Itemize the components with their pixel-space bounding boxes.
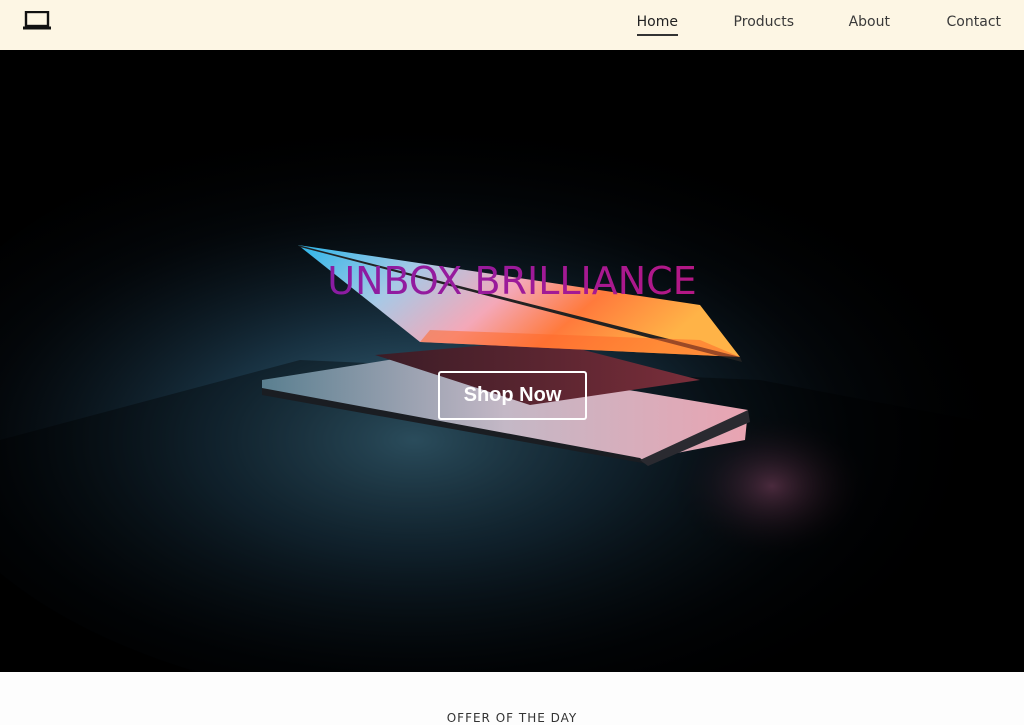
hero-title: UNBOX BRILLIANCE (0, 259, 1024, 303)
nav-link-label: Products (733, 14, 794, 30)
shop-now-button[interactable]: Shop Now (438, 371, 587, 420)
nav-link-about[interactable]: About (849, 14, 890, 30)
hero-section: UNBOX BRILLIANCE Shop Now (0, 50, 1024, 672)
laptop-icon[interactable] (23, 11, 51, 30)
nav-link-home[interactable]: Home (636, 14, 678, 36)
offer-section: OFFER OF THE DAY (0, 672, 1024, 725)
active-underline (636, 34, 678, 36)
nav-link-contact[interactable]: Contact (947, 14, 1001, 30)
nav-link-label: About (848, 14, 890, 30)
hero-title-wrap: UNBOX BRILLIANCE (0, 50, 1024, 672)
offer-title: OFFER OF THE DAY (446, 711, 578, 725)
nav-link-products[interactable]: Products (734, 14, 794, 30)
nav-link-label: Home (636, 14, 678, 30)
nav-link-label: Contact (946, 14, 1001, 30)
navbar: Home Products About Contact (0, 0, 1024, 50)
